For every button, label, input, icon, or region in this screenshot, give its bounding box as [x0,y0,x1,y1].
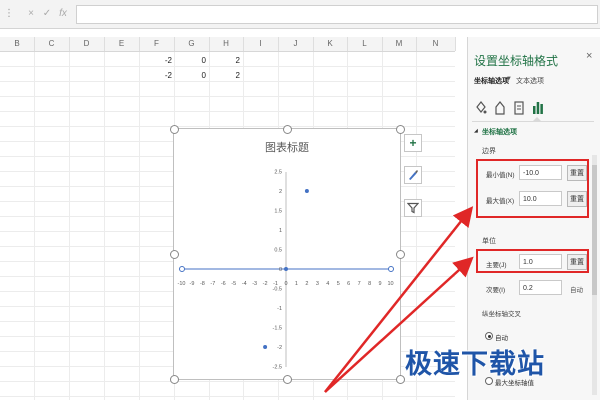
annotation-arrows [324,206,474,393]
watermark-logo: 极速下载站 [405,349,545,379]
